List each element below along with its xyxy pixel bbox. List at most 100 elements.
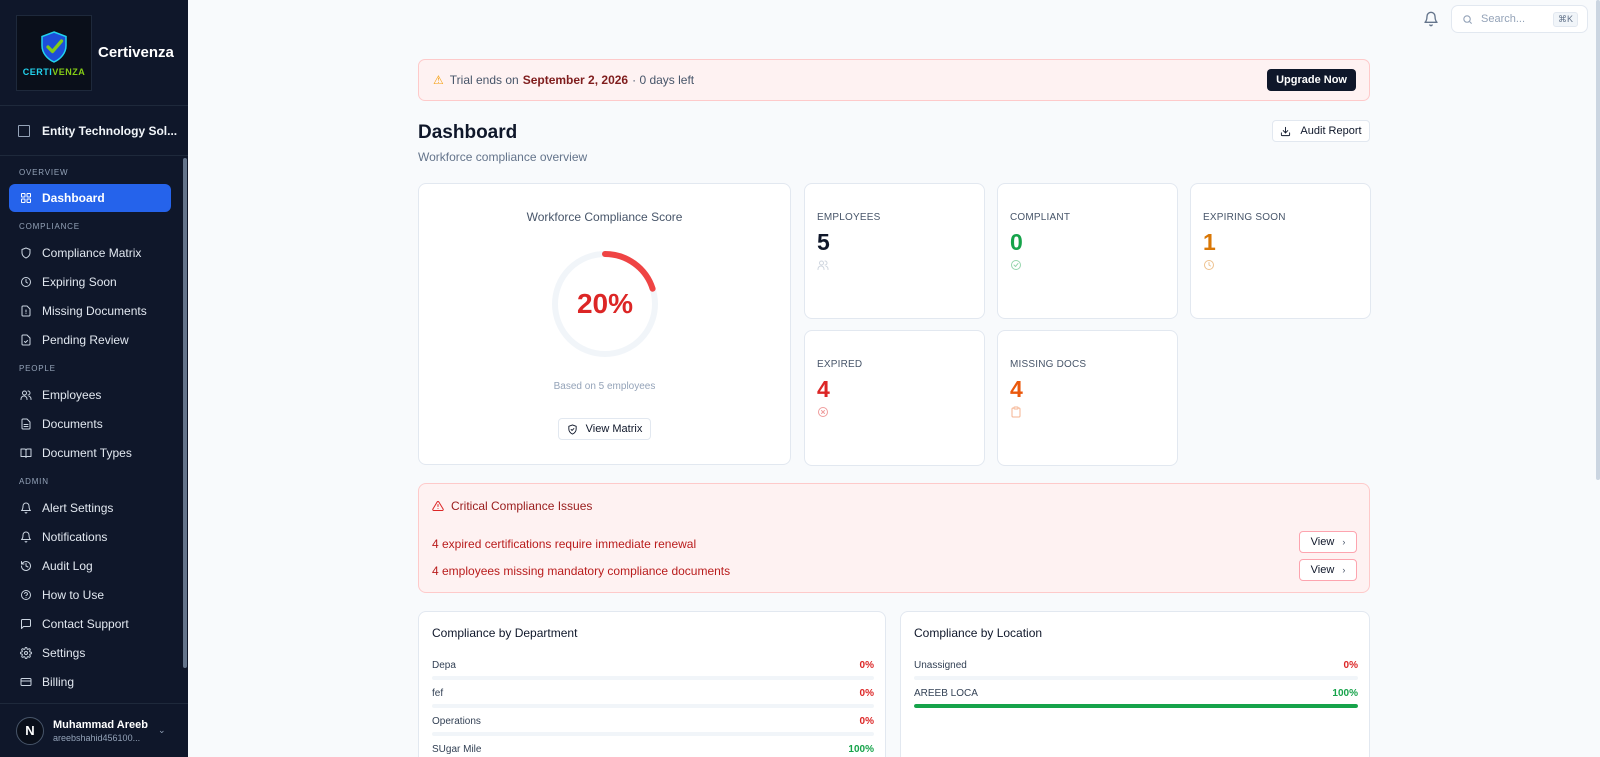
bar-percent: 100%: [848, 744, 874, 755]
sidebar-item-pending-review[interactable]: Pending Review: [9, 325, 171, 354]
user-menu[interactable]: N Muhammad Areeb areebshahid456100... ⌄: [0, 703, 188, 757]
stat-card-employees[interactable]: EMPLOYEES 5: [804, 183, 985, 319]
trial-prefix: Trial ends on: [449, 73, 519, 87]
sidebar-item-how-to-use[interactable]: How to Use: [9, 580, 171, 609]
brand[interactable]: CERTIVENZA Certivenza: [0, 0, 188, 106]
bar-row: Depa 0%: [432, 660, 874, 680]
page-scrollbar[interactable]: [1596, 0, 1600, 480]
trial-banner: ⚠ Trial ends on September 2, 2026 · 0 da…: [418, 59, 1370, 101]
entity-switcher[interactable]: Entity Technology Sol...: [0, 106, 188, 156]
brand-name: Certivenza: [98, 44, 174, 61]
page-title: Dashboard: [418, 122, 518, 143]
bell-icon[interactable]: [1423, 11, 1439, 27]
issues-title: Critical Compliance Issues: [432, 499, 592, 513]
x-circle-icon: [818, 407, 828, 417]
sidebar-item-label: Employees: [42, 387, 102, 402]
sidebar-item-alert-settings[interactable]: Alert Settings: [9, 493, 171, 522]
bar-track: [914, 676, 1358, 680]
view-matrix-button[interactable]: View Matrix: [558, 418, 651, 440]
logo-wordmark: CERTIVENZA: [22, 66, 86, 77]
sidebar-item-documents[interactable]: Documents: [9, 409, 171, 438]
bar-track: [914, 704, 1358, 708]
stat-value: 4: [817, 376, 830, 402]
chevron-right-icon: ›: [1342, 565, 1346, 575]
stat-card-compliant[interactable]: COMPLIANT 0: [997, 183, 1178, 319]
shield-icon: [21, 247, 31, 258]
search-placeholder: Search...: [1481, 13, 1526, 25]
stat-value: 5: [817, 229, 830, 255]
clock-icon: [21, 276, 31, 287]
sidebar-item-missing-documents[interactable]: Missing Documents: [9, 296, 171, 325]
sidebar-item-settings[interactable]: Settings: [9, 638, 171, 667]
critical-issues-panel: Critical Compliance Issues 4 expired cer…: [418, 483, 1370, 593]
bar-label: Unassigned: [914, 660, 967, 671]
bar-label: Operations: [432, 716, 481, 727]
stat-label: EXPIRING SOON: [1203, 212, 1286, 223]
page-subtitle: Workforce compliance overview: [418, 150, 588, 164]
sidebar-item-billing[interactable]: Billing: [9, 667, 171, 693]
sidebar-item-dashboard[interactable]: Dashboard: [9, 184, 171, 212]
chevron-down-icon: ⌄: [157, 725, 166, 735]
sidebar-item-label: Notifications: [42, 529, 108, 544]
sidebar-item-expiring-soon[interactable]: Expiring Soon: [9, 267, 171, 296]
sidebar-item-notifications[interactable]: Notifications: [9, 522, 171, 551]
sidebar-item-employees[interactable]: Employees: [9, 380, 171, 409]
bell-icon: [21, 502, 31, 513]
view-missing-button[interactable]: View ›: [1299, 559, 1357, 581]
audit-report-button[interactable]: Audit Report: [1272, 120, 1370, 142]
stat-label: MISSING DOCS: [1010, 359, 1087, 370]
bar-label: fef: [432, 688, 444, 699]
stat-value: 1: [1203, 229, 1216, 255]
location-panel: Compliance by Location Unassigned 0% ARE…: [900, 611, 1370, 757]
score-based-on: Based on 5 employees: [553, 381, 656, 392]
bell-icon: [21, 531, 31, 542]
bar-track: [432, 704, 874, 708]
download-icon: [1281, 126, 1291, 136]
bar-percent: 0%: [859, 660, 874, 671]
stat-card-missing-docs[interactable]: MISSING DOCS 4: [997, 330, 1178, 466]
sidebar-item-label: Billing: [42, 674, 75, 689]
sidebar-item-label: Alert Settings: [42, 500, 114, 515]
stat-label: EXPIRED: [817, 359, 863, 370]
sidebar-item-contact-support[interactable]: Contact Support: [9, 609, 171, 638]
sidebar-item-label: Expiring Soon: [42, 274, 117, 289]
stat-value: 0: [1010, 229, 1023, 255]
bar-row: Operations 0%: [432, 716, 874, 736]
card-icon: [20, 677, 32, 686]
bar-percent: 0%: [859, 688, 874, 699]
sidebar-scrollbar[interactable]: [183, 158, 187, 668]
sidebar-item-label: Compliance Matrix: [42, 245, 142, 260]
users-icon: [20, 390, 32, 400]
stat-card-expired[interactable]: EXPIRED 4: [804, 330, 985, 466]
stat-value: 4: [1010, 376, 1023, 402]
stat-card-expiring-soon[interactable]: EXPIRING SOON 1: [1190, 183, 1371, 319]
issues-title-text: Critical Compliance Issues: [451, 499, 593, 513]
sidebar-item-label: Settings: [42, 645, 86, 660]
search-box[interactable]: Search... ⌘K: [1451, 5, 1588, 33]
score-title: Workforce Compliance Score: [526, 210, 683, 224]
sidebar-item-label: Document Types: [42, 445, 132, 460]
audit-report-label: Audit Report: [1300, 125, 1362, 137]
grid-icon: [21, 193, 31, 203]
sidebar-item-compliance-matrix[interactable]: Compliance Matrix: [9, 238, 171, 267]
bar-row: fef 0%: [432, 688, 874, 708]
book-icon: [20, 448, 32, 458]
bar-track: [432, 732, 874, 736]
user-name: Muhammad Areeb: [53, 718, 148, 731]
upgrade-button[interactable]: Upgrade Now: [1267, 69, 1356, 91]
view-expired-button[interactable]: View ›: [1299, 531, 1357, 553]
sidebar-item-document-types[interactable]: Document Types: [9, 438, 171, 467]
shield-check-logo-icon: [41, 30, 67, 63]
view-matrix-label: View Matrix: [585, 423, 643, 435]
bar-percent: 100%: [1332, 688, 1358, 699]
sidebar-item-label: Missing Documents: [42, 303, 147, 318]
alert-triangle-icon: [432, 500, 444, 511]
bar-percent: 0%: [859, 716, 874, 727]
sidebar-item-audit-log[interactable]: Audit Log: [9, 551, 171, 580]
score-value: 20%: [576, 288, 634, 319]
clock-icon: [1204, 260, 1214, 270]
sidebar-nav: OVERVIEW Dashboard COMPLIANCE Compliance Ma…: [0, 158, 184, 693]
sidebar-item-label: How to Use: [42, 587, 105, 602]
bar-label: Depa: [432, 660, 456, 671]
check-circle-icon: [1011, 260, 1021, 270]
